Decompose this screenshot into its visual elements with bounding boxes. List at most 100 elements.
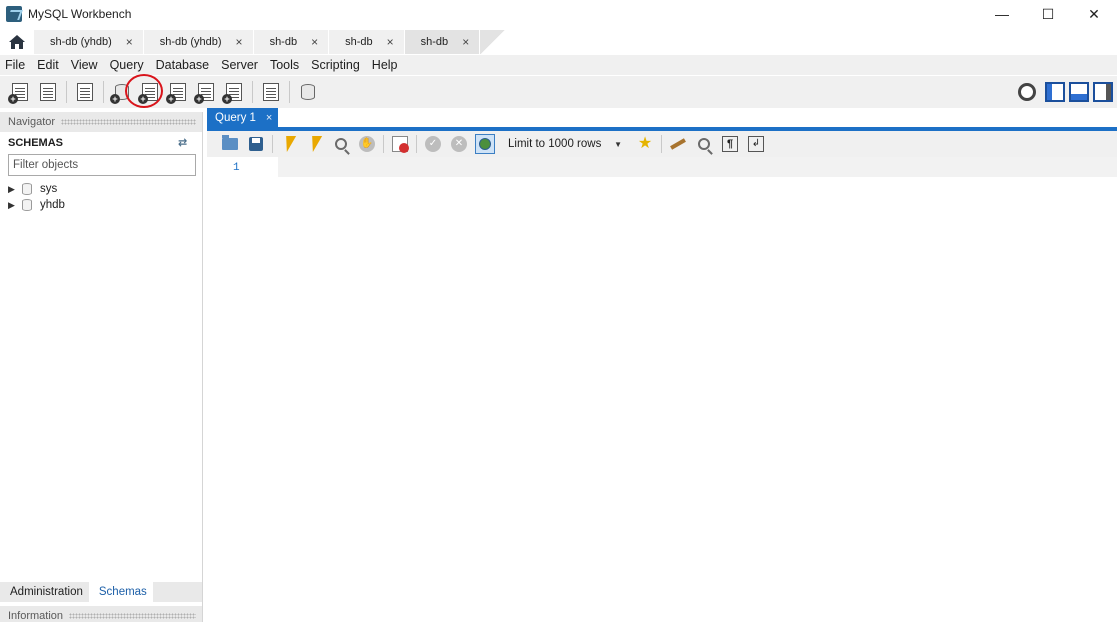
menu-server[interactable]: Server bbox=[215, 58, 264, 72]
filter-objects-input[interactable] bbox=[8, 154, 196, 176]
tab-administration[interactable]: Administration bbox=[0, 582, 89, 602]
refresh-schemas-icon[interactable]: ⇄ bbox=[178, 138, 192, 149]
limit-rows-select[interactable]: Limit to 1000 rows ▼ bbox=[504, 134, 626, 154]
toggle-invisible-chars-button[interactable]: ¶ bbox=[719, 133, 741, 155]
word-wrap-icon: ↲ bbox=[748, 136, 764, 152]
connection-tab[interactable]: sh-db (yhdb) × bbox=[34, 30, 144, 54]
toggle-secondary-sidebar-button[interactable] bbox=[1093, 82, 1113, 102]
close-tab-icon[interactable]: × bbox=[387, 35, 394, 49]
main-toolbar: + + + + + + bbox=[0, 76, 1117, 108]
save-icon bbox=[249, 137, 263, 151]
explain-button[interactable] bbox=[330, 133, 352, 155]
stop-execution-button[interactable]: ✋ bbox=[356, 133, 378, 155]
add-snippet-button[interactable]: ★ bbox=[634, 133, 656, 155]
connection-tab[interactable]: sh-db (yhdb) × bbox=[143, 30, 254, 54]
schema-name: yhdb bbox=[40, 199, 65, 211]
expand-arrow-icon[interactable]: ▶ bbox=[8, 200, 18, 211]
query-editor-area: Query 1 × ✋ ✓ ✕ Limit to 1000 rows ▼ ★ ¶… bbox=[207, 108, 1117, 622]
stop-on-error-toggle[interactable] bbox=[389, 133, 411, 155]
execute-button[interactable] bbox=[278, 133, 300, 155]
connection-tab-label: sh-db (yhdb) bbox=[159, 36, 222, 48]
cancel-x-icon: ✕ bbox=[451, 136, 467, 152]
tab-tail-decoration bbox=[480, 30, 507, 54]
schema-tree: ▶ sys ▶ yhdb bbox=[0, 181, 202, 213]
inspector-button[interactable] bbox=[73, 80, 97, 104]
close-tab-icon[interactable]: × bbox=[126, 35, 133, 49]
close-tab-icon[interactable]: × bbox=[311, 35, 318, 49]
lightning-icon bbox=[281, 136, 297, 152]
schema-item-sys[interactable]: ▶ sys bbox=[0, 181, 202, 197]
close-query-tab-icon[interactable]: × bbox=[266, 112, 272, 124]
tab-query-1[interactable]: Query 1 × bbox=[207, 108, 279, 127]
home-tab[interactable] bbox=[0, 30, 34, 54]
menu-help[interactable]: Help bbox=[366, 58, 404, 72]
toggle-word-wrap-button[interactable]: ↲ bbox=[745, 133, 767, 155]
save-script-button[interactable] bbox=[245, 133, 267, 155]
create-function-button[interactable]: + bbox=[222, 80, 246, 104]
gear-icon bbox=[1018, 83, 1036, 101]
close-tab-icon[interactable]: × bbox=[462, 35, 469, 49]
line-number-gutter: 1 bbox=[207, 157, 278, 606]
schema-item-yhdb[interactable]: ▶ yhdb bbox=[0, 197, 202, 213]
stop-hand-icon: ✋ bbox=[359, 136, 375, 152]
autocommit-icon bbox=[475, 134, 495, 154]
execute-current-statement-button[interactable] bbox=[304, 133, 326, 155]
chevron-down-icon: ▼ bbox=[614, 139, 622, 149]
navigator-sidebar: Navigator SCHEMAS ⇄ ▶ sys ▶ yhdb Adminis… bbox=[0, 112, 203, 622]
toggle-output-panel-button[interactable] bbox=[1069, 82, 1089, 102]
commit-button[interactable]: ✓ bbox=[422, 133, 444, 155]
rollback-button[interactable]: ✕ bbox=[448, 133, 470, 155]
folder-icon bbox=[222, 135, 238, 150]
menu-tools[interactable]: Tools bbox=[264, 58, 305, 72]
explain-magnifier-icon bbox=[335, 138, 347, 150]
minimize-button[interactable]: — bbox=[979, 0, 1025, 28]
schemas-title: SCHEMAS bbox=[8, 137, 64, 149]
sql-editor[interactable]: 1 bbox=[207, 157, 1117, 606]
expand-arrow-icon[interactable]: ▶ bbox=[8, 184, 18, 195]
window-title: MySQL Workbench bbox=[28, 7, 132, 21]
menu-database[interactable]: Database bbox=[150, 58, 216, 72]
highlight-annotation-circle bbox=[125, 74, 163, 108]
open-sql-script-button[interactable] bbox=[36, 80, 60, 104]
connection-tab-active[interactable]: sh-db × bbox=[404, 30, 481, 54]
connection-tab[interactable]: sh-db × bbox=[253, 30, 330, 54]
search-table-data-button[interactable] bbox=[259, 80, 283, 104]
star-add-icon: ★ bbox=[637, 135, 653, 152]
connection-tab[interactable]: sh-db × bbox=[329, 30, 405, 54]
find-replace-button[interactable] bbox=[693, 133, 715, 155]
schema-name: sys bbox=[40, 183, 58, 195]
connection-tab-label: sh-db bbox=[345, 36, 373, 48]
autocommit-toggle[interactable] bbox=[474, 133, 496, 155]
current-line-highlight[interactable] bbox=[278, 157, 1117, 177]
window-controls: — ☐ ✕ bbox=[979, 0, 1117, 28]
toggle-sidebar-button[interactable] bbox=[1045, 82, 1065, 102]
query-tab-bar: Query 1 × bbox=[207, 108, 1117, 131]
tab-schemas[interactable]: Schemas bbox=[88, 582, 153, 602]
reconnect-button[interactable] bbox=[296, 80, 320, 104]
close-window-button[interactable]: ✕ bbox=[1071, 0, 1117, 28]
broom-icon bbox=[670, 138, 686, 150]
close-tab-icon[interactable]: × bbox=[236, 35, 243, 49]
layout-tools bbox=[1013, 76, 1117, 108]
create-view-button[interactable]: + bbox=[166, 80, 190, 104]
sql-file-open-icon bbox=[40, 83, 56, 101]
preferences-button[interactable] bbox=[1015, 80, 1039, 104]
menu-query[interactable]: Query bbox=[104, 58, 150, 72]
menu-file[interactable]: File bbox=[0, 58, 31, 72]
menu-edit[interactable]: Edit bbox=[31, 58, 65, 72]
info-icon bbox=[77, 83, 93, 101]
check-icon: ✓ bbox=[425, 136, 441, 152]
connection-tab-label: sh-db (yhdb) bbox=[50, 36, 112, 48]
new-sql-tab-button[interactable]: + bbox=[8, 80, 32, 104]
open-script-button[interactable] bbox=[219, 133, 241, 155]
beautify-button[interactable] bbox=[667, 133, 689, 155]
mysql-workbench-logo-icon bbox=[6, 6, 22, 22]
reconnect-icon bbox=[301, 84, 315, 100]
search-icon bbox=[698, 138, 710, 150]
menu-scripting[interactable]: Scripting bbox=[305, 58, 366, 72]
maximize-button[interactable]: ☐ bbox=[1025, 0, 1071, 28]
create-procedure-button[interactable]: + bbox=[194, 80, 218, 104]
menu-view[interactable]: View bbox=[65, 58, 104, 72]
menu-bar: File Edit View Query Database Server Too… bbox=[0, 55, 1117, 75]
connection-tabs: sh-db (yhdb) × sh-db (yhdb) × sh-db × sh… bbox=[0, 30, 1117, 54]
